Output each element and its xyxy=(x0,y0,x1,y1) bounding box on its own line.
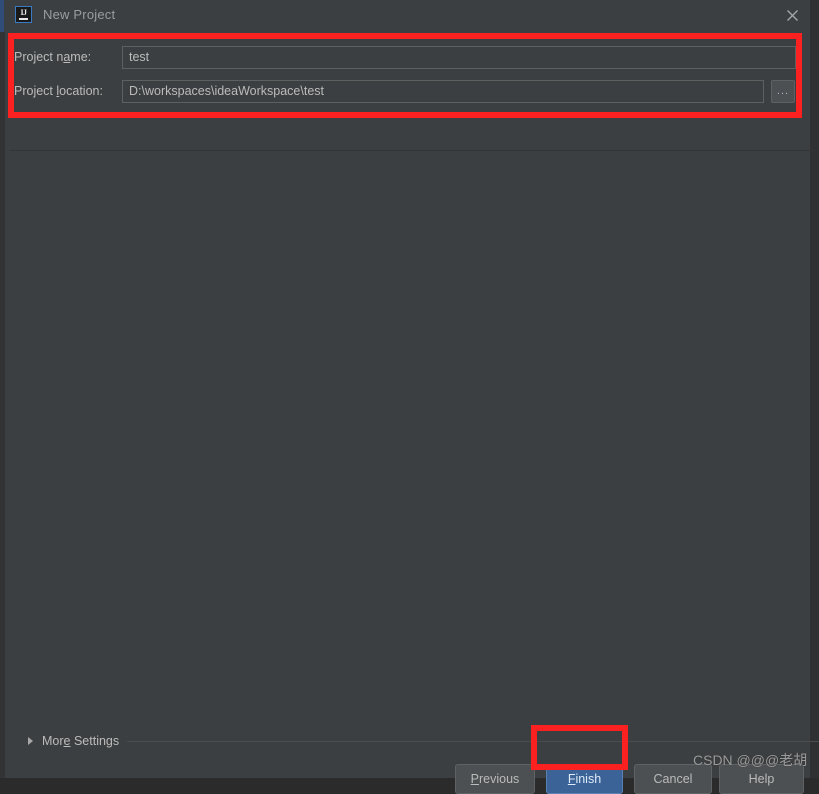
more-settings-label: More Settings xyxy=(42,734,119,748)
window-right-outside-strip xyxy=(810,0,819,778)
new-project-dialog-window: IJ New Project Project name: test Projec… xyxy=(0,0,819,794)
project-name-label: Project name: xyxy=(14,50,122,64)
project-name-input[interactable]: test xyxy=(122,45,796,69)
dialog-content-area: Project name: test Project location: D:\… xyxy=(5,31,819,794)
finish-button-label: inish xyxy=(575,772,602,786)
csdn-watermark: CSDN @@@老胡 xyxy=(693,752,808,768)
more-settings-label-before: Mor xyxy=(42,734,64,748)
close-icon[interactable] xyxy=(770,0,815,31)
previous-button[interactable]: Previous xyxy=(455,764,535,794)
project-name-row: Project name: test xyxy=(14,45,796,69)
previous-button-label: revious xyxy=(479,772,520,786)
app-icon-underline xyxy=(19,18,28,20)
window-title: New Project xyxy=(43,7,116,22)
app-icon-letters: IJ xyxy=(20,8,27,17)
previous-button-mnemonic: P xyxy=(470,772,480,786)
more-settings-label-after: Settings xyxy=(70,734,120,748)
project-form: Project name: test Project location: D:\… xyxy=(14,37,804,122)
browse-folder-button[interactable]: ... xyxy=(771,79,795,103)
finish-button-mnemonic: F xyxy=(567,772,576,786)
intellij-idea-icon: IJ xyxy=(15,6,32,23)
more-settings-toggle[interactable]: More Settings xyxy=(28,734,819,748)
dialog-button-bar: Previous Finish Cancel Help xyxy=(5,764,810,794)
project-name-label-after: me: xyxy=(70,50,92,64)
project-location-label-after: ocation: xyxy=(59,84,103,98)
form-separator xyxy=(10,150,815,151)
more-settings-divider xyxy=(127,740,819,742)
window-left-accent-strip xyxy=(0,0,4,32)
chevron-right-icon xyxy=(28,737,33,745)
finish-button[interactable]: Finish xyxy=(546,764,623,794)
project-location-input[interactable]: D:\workspaces\ideaWorkspace\test xyxy=(122,79,764,103)
project-location-label: Project location: xyxy=(14,84,122,98)
titlebar[interactable]: IJ New Project xyxy=(5,0,810,31)
project-name-label-before: Project n xyxy=(14,50,64,64)
project-location-row: Project location: D:\workspaces\ideaWork… xyxy=(14,79,795,103)
project-location-label-before: Project xyxy=(14,84,57,98)
